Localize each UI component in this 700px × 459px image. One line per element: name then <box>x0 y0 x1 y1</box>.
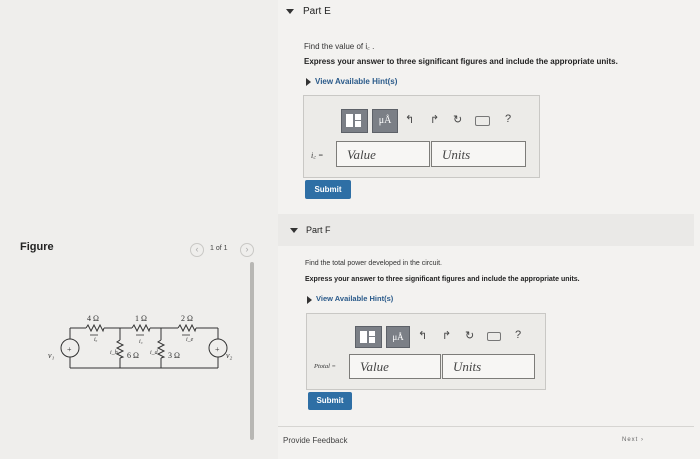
source-v2-label: v₂ <box>226 351 233 360</box>
undo-icon[interactable]: ↰ <box>405 114 414 126</box>
reset-icon[interactable]: ↻ <box>465 330 474 342</box>
current-e-label: i_e <box>186 337 194 343</box>
template-icon <box>346 114 353 127</box>
keyboard-icon[interactable] <box>487 332 501 341</box>
redo-icon[interactable]: ↱ <box>430 114 439 126</box>
provide-feedback-link[interactable]: Provide Feedback <box>283 436 347 445</box>
template-icon-part <box>369 337 375 343</box>
part-f-submit-button[interactable]: Submit <box>308 392 352 410</box>
template-icon-part <box>369 331 375 336</box>
part-e-submit-button[interactable]: Submit <box>305 180 351 199</box>
resistor-3-ohm-label: 3 Ω <box>168 351 180 360</box>
previous-figure-button[interactable]: ‹ <box>190 243 204 257</box>
part-e-hint-link[interactable]: View Available Hint(s) <box>315 77 397 86</box>
collapse-part-e-icon[interactable] <box>286 9 294 14</box>
part-f-value-input[interactable]: Value <box>349 354 441 379</box>
part-f-units-input[interactable]: Units <box>442 354 535 379</box>
current-b-label: i_b <box>110 350 118 356</box>
help-button[interactable]: ? <box>505 113 511 125</box>
template-icon-part <box>355 121 361 127</box>
resistor-4-ohm-label: 4 Ω <box>87 314 99 323</box>
units-button[interactable]: μÅ <box>372 109 398 133</box>
footer-divider <box>278 426 694 427</box>
next-figure-button[interactable]: › <box>240 243 254 257</box>
resistor-2-ohm-label: 2 Ω <box>181 314 193 323</box>
part-e-units-input[interactable]: Units <box>431 141 526 167</box>
next-link[interactable]: Next › <box>622 437 644 443</box>
part-f-hint-link[interactable]: View Available Hint(s) <box>316 294 393 303</box>
template-button[interactable] <box>341 109 368 133</box>
resistor-1-ohm-label: 1 Ω <box>135 314 147 323</box>
part-e-title: Part E <box>303 6 331 17</box>
part-e-variable-label: i꜀ = <box>311 151 324 160</box>
part-f-header <box>278 214 694 246</box>
resistor-6-ohm-label: 6 Ω <box>127 351 139 360</box>
template-icon-part <box>355 114 361 120</box>
undo-icon[interactable]: ↰ <box>418 330 427 342</box>
part-e-instruction: Express your answer to three significant… <box>304 57 618 66</box>
units-button[interactable]: μÅ <box>386 326 410 348</box>
figure-pager: 1 of 1 <box>210 245 228 252</box>
reset-icon[interactable]: ↻ <box>453 114 462 126</box>
redo-icon[interactable]: ↱ <box>442 330 451 342</box>
hint-toggle-icon[interactable] <box>307 296 312 304</box>
current-c-label: i꜀ <box>139 339 143 345</box>
source-v2-plus: + <box>215 345 220 354</box>
source-v1-plus: + <box>67 345 72 354</box>
figure-title: Figure <box>20 241 54 253</box>
help-button[interactable]: ? <box>515 329 521 341</box>
part-f-instruction: Express your answer to three significant… <box>305 276 580 283</box>
template-button[interactable] <box>355 326 382 348</box>
figure-scrollbar[interactable] <box>250 262 254 440</box>
keyboard-icon[interactable] <box>475 116 490 126</box>
template-icon <box>360 331 367 343</box>
part-e-value-input[interactable]: Value <box>336 141 430 167</box>
part-f-question: Find the total power developed in the ci… <box>305 260 442 267</box>
part-f-title: Part F <box>306 225 331 235</box>
source-v1-label: v₁ <box>48 351 55 360</box>
hint-toggle-icon[interactable] <box>306 78 311 86</box>
current-d-label: i_d <box>150 350 158 356</box>
collapse-part-f-icon[interactable] <box>290 228 298 233</box>
figure-panel <box>0 0 278 459</box>
current-a-label: iₐ <box>94 337 98 343</box>
part-f-variable-label: Ptotal = <box>314 363 336 370</box>
part-e-question: Find the value of i꜀ . <box>304 42 375 51</box>
